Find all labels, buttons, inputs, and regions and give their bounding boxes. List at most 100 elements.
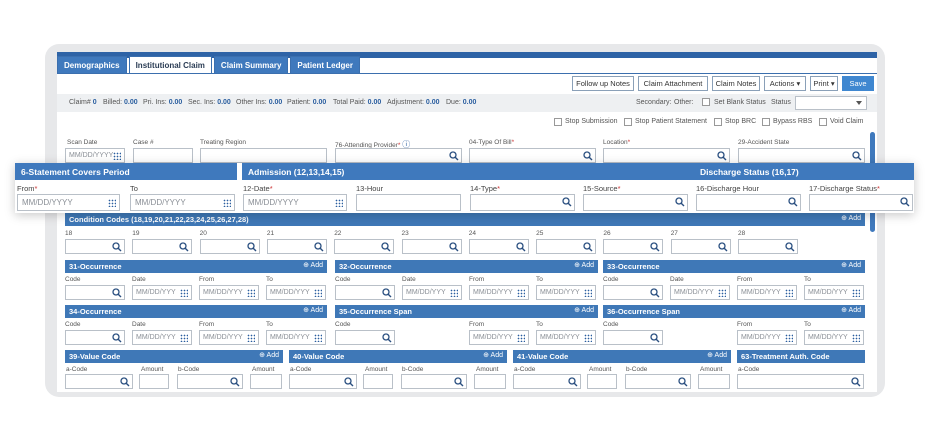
calendar-icon[interactable]: [244, 331, 258, 344]
condition-code-input-20[interactable]: [199, 239, 260, 254]
search-icon[interactable]: [650, 288, 660, 298]
search-icon[interactable]: [454, 377, 464, 387]
search-icon[interactable]: [718, 242, 728, 252]
calendar-icon[interactable]: [332, 195, 346, 210]
value-b-code-input[interactable]: [625, 374, 691, 389]
condition-code-input-28[interactable]: [738, 239, 798, 254]
actions-menu-button[interactable]: Actions ▾: [764, 76, 806, 91]
scan-date-input[interactable]: MM/DD/YYYY: [65, 148, 125, 163]
value-amount-input[interactable]: [250, 374, 282, 389]
calendar-icon[interactable]: [715, 286, 729, 299]
save-button[interactable]: Save: [842, 76, 874, 91]
calendar-icon[interactable]: [311, 331, 325, 344]
value-a-code-input[interactable]: [513, 374, 581, 389]
search-icon[interactable]: [788, 197, 798, 207]
type-of-bill-input[interactable]: [469, 148, 596, 163]
search-icon[interactable]: [583, 151, 593, 161]
search-icon[interactable]: [785, 242, 795, 252]
treatment-auth-a-code-input[interactable]: [737, 374, 864, 389]
calendar-icon[interactable]: [447, 286, 461, 299]
add-value-code-39-button[interactable]: ⊕ Add: [259, 351, 279, 359]
search-icon[interactable]: [314, 242, 324, 252]
search-icon[interactable]: [675, 197, 685, 207]
search-icon[interactable]: [851, 377, 861, 387]
value-b-code-input[interactable]: [401, 374, 467, 389]
tab-patient-ledger[interactable]: Patient Ledger: [290, 56, 360, 74]
search-icon[interactable]: [650, 333, 660, 343]
search-icon[interactable]: [382, 288, 392, 298]
calendar-icon[interactable]: [244, 286, 258, 299]
occurrence-code-input[interactable]: [65, 330, 125, 345]
occurrence-from-input[interactable]: MM/DD/YYY: [737, 330, 797, 345]
admission-date-input[interactable]: MM/DD/YYYY: [243, 194, 347, 211]
search-icon[interactable]: [246, 242, 257, 252]
calendar-icon[interactable]: [782, 286, 796, 299]
value-a-code-input[interactable]: [65, 374, 133, 389]
occurrence-from-input[interactable]: MM/DD/YYY: [737, 285, 797, 300]
add-value-code-40-button[interactable]: ⊕ Add: [483, 351, 503, 359]
search-icon[interactable]: [112, 242, 122, 252]
calendar-icon[interactable]: [849, 331, 863, 344]
follow-up-notes-button[interactable]: Follow up Notes: [572, 76, 634, 91]
condition-code-input-22[interactable]: [334, 239, 395, 254]
condition-code-input-19[interactable]: [132, 239, 193, 254]
bypass-rbs-checkbox[interactable]: [762, 118, 770, 126]
occurrence-to-input[interactable]: MM/DD/YYY: [266, 285, 326, 300]
occurrence-to-input[interactable]: MM/DD/YYY: [266, 330, 326, 345]
search-icon[interactable]: [650, 242, 660, 252]
claim-attachment-button[interactable]: Claim Attachment: [638, 76, 708, 91]
condition-code-input-18[interactable]: [65, 239, 125, 254]
admission-hour-input[interactable]: [356, 194, 461, 211]
occurrence-code-input[interactable]: [335, 285, 395, 300]
occurrence-date-input[interactable]: MM/DD/YYY: [402, 285, 462, 300]
case-input[interactable]: [133, 148, 193, 163]
set-blank-status-checkbox[interactable]: [702, 98, 710, 106]
value-amount-input[interactable]: [474, 374, 506, 389]
location-input[interactable]: [603, 148, 730, 163]
value-amount-input[interactable]: [698, 374, 730, 389]
calendar-icon[interactable]: [514, 331, 528, 344]
admission-type-input[interactable]: [470, 194, 575, 211]
occurrence-code-input[interactable]: [603, 330, 663, 345]
search-icon[interactable]: [568, 377, 578, 387]
print-menu-button[interactable]: Print ▾: [810, 76, 838, 91]
occurrence-date-input[interactable]: MM/DD/YYY: [132, 285, 192, 300]
add-occurrence-34-button[interactable]: ⊕ Add: [303, 306, 323, 314]
condition-code-input-25[interactable]: [536, 239, 597, 254]
stop-brc-checkbox[interactable]: [714, 118, 722, 126]
calendar-icon[interactable]: [177, 331, 191, 344]
add-occurrence-31-button[interactable]: ⊕ Add: [303, 261, 323, 269]
add-occurrence-33-button[interactable]: ⊕ Add: [841, 261, 861, 269]
occurrence-code-input[interactable]: [603, 285, 663, 300]
condition-code-input-24[interactable]: [468, 239, 529, 254]
occurrence-date-input[interactable]: MM/DD/YYY: [670, 285, 730, 300]
search-icon[interactable]: [120, 377, 130, 387]
search-icon[interactable]: [717, 151, 727, 161]
occurrence-from-input[interactable]: MM/DD/YYY: [199, 285, 259, 300]
search-icon[interactable]: [448, 242, 459, 252]
discharge-status-input[interactable]: [809, 194, 913, 211]
accident-state-input[interactable]: [738, 148, 865, 163]
search-icon[interactable]: [381, 242, 391, 252]
calendar-icon[interactable]: [220, 195, 234, 210]
condition-code-input-26[interactable]: [603, 239, 664, 254]
search-icon[interactable]: [344, 377, 354, 387]
calendar-icon[interactable]: [581, 331, 595, 344]
condition-code-input-27[interactable]: [670, 239, 731, 254]
search-icon[interactable]: [900, 197, 910, 207]
from-date-input[interactable]: MM/DD/YYYY: [17, 194, 120, 211]
search-icon[interactable]: [230, 377, 240, 387]
search-icon[interactable]: [382, 333, 392, 343]
value-b-code-input[interactable]: [177, 374, 243, 389]
occurrence-from-input[interactable]: MM/DD/YYY: [469, 285, 529, 300]
admission-source-input[interactable]: [583, 194, 688, 211]
value-amount-input[interactable]: [363, 374, 393, 389]
occurrence-from-input[interactable]: MM/DD/YYY: [199, 330, 259, 345]
calendar-icon[interactable]: [311, 286, 325, 299]
add-occurrence-32-button[interactable]: ⊕ Add: [574, 261, 594, 269]
value-amount-input[interactable]: [139, 374, 169, 389]
stop-submission-checkbox[interactable]: [554, 118, 562, 126]
tab-demographics[interactable]: Demographics: [57, 56, 127, 74]
search-icon[interactable]: [678, 377, 688, 387]
search-icon[interactable]: [516, 242, 526, 252]
